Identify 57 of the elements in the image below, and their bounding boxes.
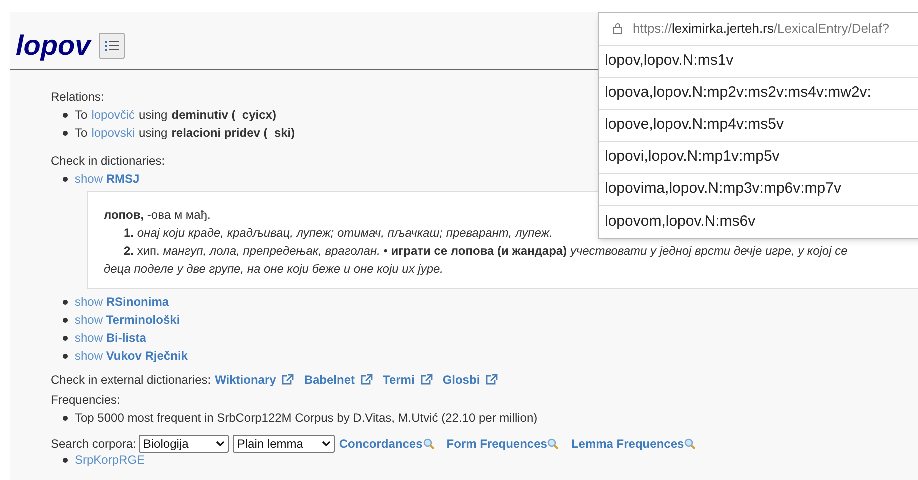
relation-text: using	[139, 107, 168, 124]
relation-text: using	[139, 125, 168, 142]
relation-link[interactable]: lopovski	[92, 124, 136, 142]
bullet-icon	[63, 318, 68, 322]
bullet-icon	[63, 354, 68, 358]
dictionary-link[interactable]: show Vukov Rječnik	[75, 347, 188, 365]
relation-text: To	[75, 125, 88, 142]
dictionary-link[interactable]: show RMSJ	[75, 170, 140, 188]
chevron-icon	[216, 441, 226, 447]
form-entry-text: lopovi,lopov.N:mp1v:mp5v	[605, 147, 780, 168]
dictionary-link[interactable]: show RSinonima	[75, 293, 170, 311]
section-label: Search corpora:	[51, 436, 136, 453]
section-label: Frequencies:	[51, 392, 122, 409]
lock-icon	[613, 23, 623, 35]
page-title: lopov	[16, 29, 91, 63]
bullet-icon	[63, 416, 68, 420]
external-link[interactable]: Glosbi	[442, 371, 480, 389]
relation-type: deminutiv (_cyicx)	[172, 107, 276, 124]
toc-button[interactable]	[98, 33, 125, 59]
dictionary-link[interactable]: show Bi-lista	[75, 329, 146, 347]
select-dropdown[interactable]: Plain lemma	[233, 435, 336, 453]
bullet-icon	[63, 176, 68, 182]
external-link[interactable]: Termi	[383, 371, 415, 389]
entry-headword: лопов, -ова м мађ.	[104, 207, 211, 224]
search-icon	[422, 438, 435, 450]
search-link[interactable]: Concordances	[339, 435, 423, 453]
section-label: Relations:	[51, 89, 104, 106]
bullet-icon	[63, 300, 68, 304]
relation-type: relacioni pridev (_ski)	[172, 125, 296, 142]
definition-text: 1. онај који краде, крадљивац, лупеж; отимач, пљачкаш; преварант, лупеж.	[123, 225, 553, 242]
corpus-link[interactable]: SrpKorpRGE	[75, 453, 146, 467]
section-label: Check in external dictionaries:	[51, 372, 212, 389]
relation-text: To	[75, 107, 88, 124]
external-link[interactable]: Wiktionary	[215, 371, 276, 389]
relation-link[interactable]: lopovčić	[92, 106, 136, 124]
chevron-icon	[322, 441, 332, 447]
select-dropdown[interactable]: Biologija	[139, 435, 230, 453]
list-icon	[104, 39, 120, 53]
bullet-icon	[63, 458, 68, 462]
url-text: https://leximirka.jerteh.rs/LexicalEntry/Delaf?	[633, 20, 890, 38]
definition-text: 2. хип. мангуп, лола, препредењак, враголан. • играти се лопова (и жандара) учествовати у једној врсти дечје игре, у којој се деца поделе у две групе, на оне који беже и оне који их јуре.	[104, 243, 849, 278]
bullet-icon	[63, 336, 68, 340]
search-link[interactable]: Form Frequences	[446, 435, 548, 453]
search-link[interactable]: Lemma Frequences	[571, 435, 684, 453]
dictionary-link[interactable]: show Terminološki	[75, 311, 180, 329]
bullet-icon	[63, 112, 68, 118]
section-label: Check in dictionaries:	[51, 153, 166, 170]
search-icon	[547, 438, 560, 450]
form-entry-text: lopov,lopov.N:ms1v	[605, 51, 734, 72]
search-icon	[684, 438, 696, 450]
form-entry-text: lopove,lopov.N:mp4v:ms5v	[605, 115, 784, 136]
bullet-icon	[63, 130, 68, 136]
form-entry-text: lopovom,lopov.N:ms6v	[605, 212, 756, 232]
frequency-text: Top 5000 most frequent in SrbCorp122M Corpus by D.Vitas, M.Utvić (22.10 per million)	[75, 410, 538, 427]
external-link[interactable]: Babelnet	[304, 371, 356, 389]
form-entry-text: lopovima,lopov.N:mp3v:mp6v:mp7v	[605, 179, 842, 200]
form-entry-text: lopova,lopov.N:mp2v:ms2v:ms4v:mw2v:	[605, 83, 872, 104]
